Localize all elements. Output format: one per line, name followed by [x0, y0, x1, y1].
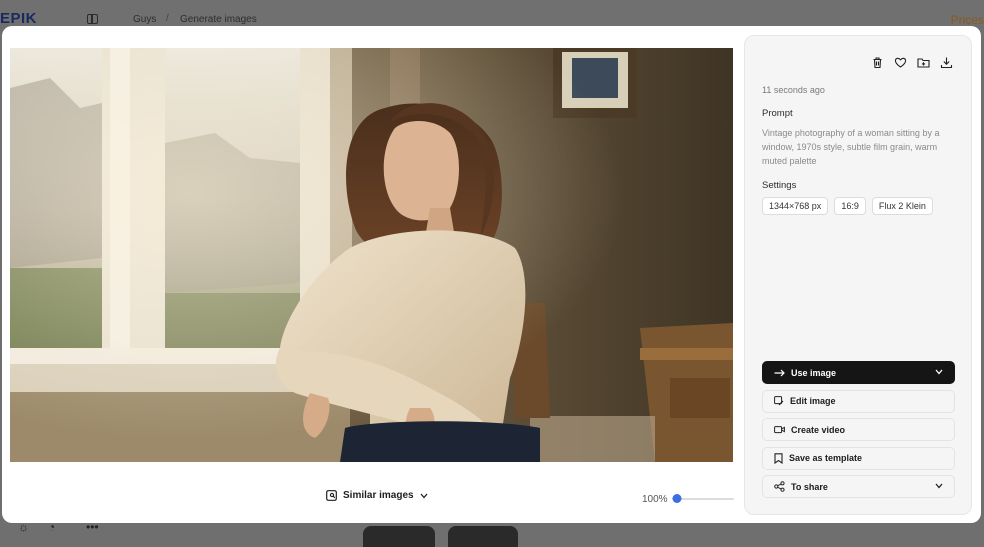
- use-image-label: Use image: [791, 367, 837, 378]
- similar-images-button[interactable]: Similar images: [326, 490, 428, 501]
- use-image-button[interactable]: Use image: [762, 361, 955, 384]
- resolution-chip: 1344×768 px: [762, 197, 829, 215]
- background-thumbnail[interactable]: [363, 526, 435, 547]
- share-label: To share: [791, 481, 828, 492]
- zoom-slider-track: [672, 498, 734, 500]
- aspect-ratio-chip: 16:9: [834, 197, 866, 215]
- video-camera-icon: [774, 426, 785, 434]
- download-icon[interactable]: [940, 56, 953, 69]
- save-as-template-button[interactable]: Save as template: [762, 446, 955, 470]
- folder-add-icon[interactable]: [917, 56, 930, 69]
- similar-images-label: Similar images: [343, 490, 414, 501]
- trash-icon[interactable]: [871, 56, 884, 69]
- zoom-level: 100%: [642, 494, 668, 505]
- chevron-down-icon: [935, 483, 943, 489]
- settings-chips: 1344×768 px 16:9 Flux 2 Klein: [762, 197, 933, 215]
- background-thumbnail[interactable]: [448, 526, 518, 547]
- panel-toolbar: [871, 56, 953, 69]
- sidebar-toggle-icon[interactable]: [87, 14, 98, 24]
- image-actions: Use image Edit image Create video Save a…: [762, 361, 955, 504]
- breadcrumb-generate-images[interactable]: Generate images: [180, 14, 257, 25]
- arrow-right-icon: [774, 369, 785, 376]
- prompt-text: Vintage photography of a woman sitting b…: [762, 128, 940, 166]
- edit-image-icon: [774, 396, 784, 406]
- similar-images-icon: [326, 490, 337, 501]
- generation-timestamp: 11 seconds ago: [762, 85, 825, 95]
- image-details-panel: 11 seconds ago Prompt Vintage photograph…: [744, 35, 972, 515]
- breadcrumb-guys[interactable]: Guys: [133, 14, 156, 25]
- create-video-label: Create video: [791, 424, 846, 435]
- settings-heading: Settings: [762, 180, 797, 191]
- chevron-down-icon: [935, 369, 943, 375]
- image-bottom-bar: Similar images 100%: [10, 486, 734, 512]
- edit-image-label: Edit image: [790, 396, 836, 406]
- share-button[interactable]: To share: [762, 475, 955, 498]
- share-icon: [774, 481, 785, 492]
- edit-image-button[interactable]: Edit image: [762, 389, 955, 413]
- create-video-button[interactable]: Create video: [762, 418, 955, 441]
- heart-icon[interactable]: [894, 56, 907, 69]
- brand-logo: EPIK: [0, 10, 38, 27]
- woman-by-window-photo: [10, 48, 733, 462]
- pricing-link[interactable]: Prices: [951, 13, 984, 27]
- zoom-slider[interactable]: [672, 494, 734, 504]
- zoom-slider-handle[interactable]: [672, 494, 681, 503]
- save-as-template-label: Save as template: [789, 453, 863, 463]
- model-chip: Flux 2 Klein: [871, 197, 933, 215]
- prompt-heading: Prompt: [762, 108, 793, 119]
- generated-image[interactable]: [10, 48, 733, 462]
- bookmark-icon: [774, 452, 783, 464]
- breadcrumb-separator: /: [166, 13, 169, 24]
- chevron-down-icon: [420, 493, 428, 498]
